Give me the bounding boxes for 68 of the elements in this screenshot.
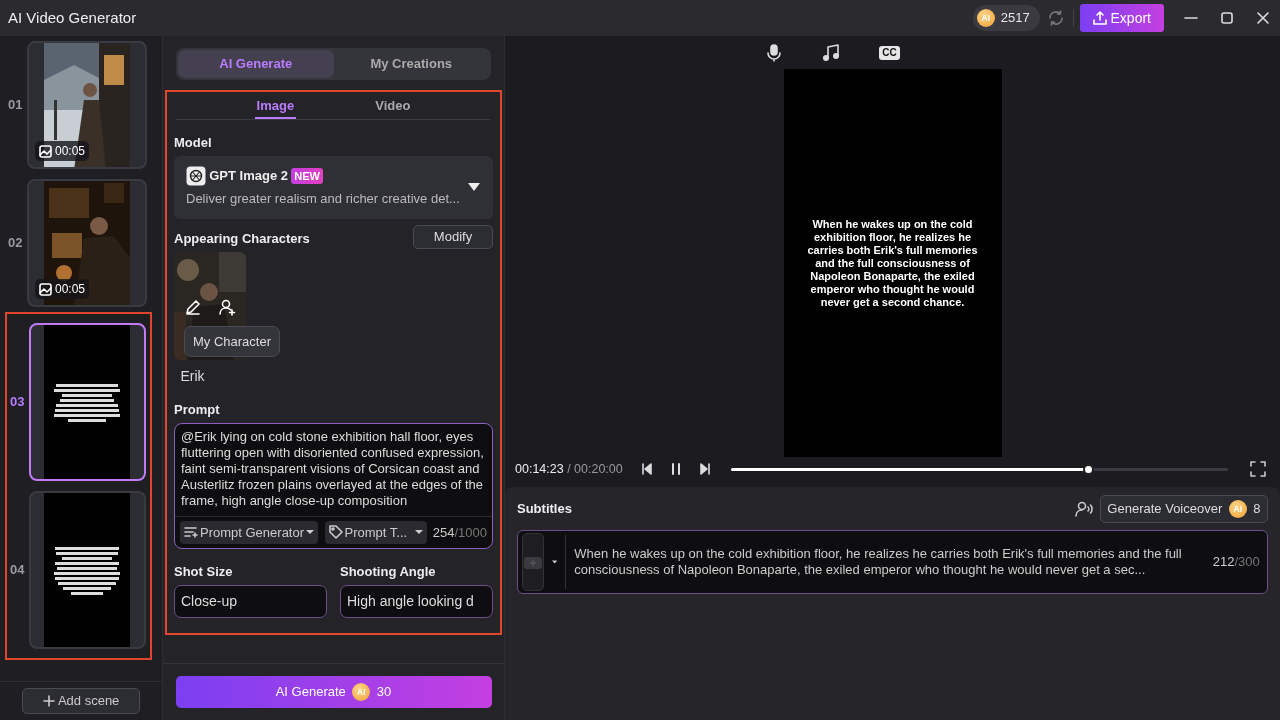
subtitle-text: When he wakes up on the cold exhibition floor, he realizes he carries both Erik's full memories and the full consciousness of Napoleon Bonaparte, the exiled emperor who thought he would never get a sec... xyxy=(565,534,1207,589)
coin-icon: AI xyxy=(1228,500,1247,518)
model-selector[interactable]: GPT Image 2 NEW Deliver greater realism and richer creative det... xyxy=(174,155,493,219)
field-label: Shooting Angle xyxy=(340,563,437,581)
duration-text: 00:05 xyxy=(55,143,86,160)
caret-icon xyxy=(467,182,481,193)
upload-icon xyxy=(1093,11,1108,25)
coin-icon: AI xyxy=(352,683,371,701)
section-label: Prompt xyxy=(174,401,221,420)
media-tab[interactable]: Image xyxy=(254,91,297,119)
subtitle-row[interactable] xyxy=(517,529,1268,594)
credits-count: 2517 xyxy=(1000,9,1030,28)
scene-number: 04 xyxy=(10,561,26,580)
list-sparkle-icon xyxy=(184,526,198,539)
scene-thumbnail[interactable] xyxy=(28,323,146,481)
duration-text: 00:05 xyxy=(55,281,86,298)
caret-icon xyxy=(306,529,315,536)
text-field[interactable]: High angle looking d xyxy=(340,584,493,618)
close-icon[interactable] xyxy=(1254,9,1272,27)
prompt-generator-dropdown[interactable]: Prompt Generator xyxy=(180,520,319,544)
character-count: 212/300 xyxy=(1212,552,1260,571)
prompt-field[interactable]: @Erik lying on cold stone exhibition hall floor, eyes fluttering open with disoriented confused expression, faint semi-transparent visions of Corsican coast and Austerlitz frozen plains overlayed at the edges of the frame, high angle close-up composition Prompt Generator Prompt T... 254/1000 xyxy=(174,423,493,549)
text-field[interactable]: Close-up xyxy=(174,584,327,618)
character-count: 254/1000 xyxy=(432,523,487,542)
add-scene-button[interactable]: Add scene xyxy=(22,688,140,714)
model-name: GPT Image 2 xyxy=(209,167,288,185)
generate-voiceover-button[interactable]: Generate Voiceover AI 8 xyxy=(1099,495,1268,523)
modify-button[interactable]: Modify xyxy=(413,225,493,249)
model-logo-icon xyxy=(186,165,206,186)
image-icon xyxy=(39,282,52,296)
panel-title: Subtitles xyxy=(517,500,572,519)
voice-person-icon[interactable] xyxy=(1073,499,1094,519)
mode-tab[interactable]: AI Generate xyxy=(178,50,334,78)
character-name: Erik xyxy=(180,367,206,387)
scene-number: 03 xyxy=(10,393,26,412)
field-label: Shot Size xyxy=(174,563,234,581)
microphone-icon[interactable] xyxy=(765,43,784,62)
model-description: Deliver greater realism and richer creative det... xyxy=(186,190,461,208)
section-label: Model xyxy=(174,134,213,152)
media-tab[interactable]: Video xyxy=(373,91,413,119)
export-button[interactable]: Export xyxy=(1080,4,1164,32)
scene-number: 01 xyxy=(8,96,24,115)
prompt-template-dropdown[interactable]: Prompt T... xyxy=(324,520,428,544)
progress-handle[interactable] xyxy=(1082,463,1094,475)
image-icon xyxy=(39,144,52,158)
music-note-icon[interactable] xyxy=(822,43,841,62)
caret-icon[interactable] xyxy=(552,558,558,565)
scene-thumbnail[interactable] xyxy=(28,491,146,649)
maximize-icon[interactable] xyxy=(1218,9,1236,27)
add-person-icon[interactable] xyxy=(218,297,236,316)
fullscreen-icon[interactable] xyxy=(1250,461,1266,477)
preview-caption: When he wakes up on the cold exhibition floor, he realizes he carries both Erik's full memories and the full consciousness of Napoleon Bonaparte, the exiled emperor who thought he would never get a second chance. xyxy=(806,217,979,309)
plus-icon xyxy=(42,694,55,707)
new-badge: NEW xyxy=(291,167,323,184)
tooltip: My Character xyxy=(184,325,281,358)
captions-button[interactable]: CC xyxy=(879,45,900,60)
scene-number: 02 xyxy=(8,234,24,253)
section-label: Appearing Characters xyxy=(174,230,310,248)
caret-icon xyxy=(415,529,424,536)
tag-icon xyxy=(328,525,343,540)
mode-tab[interactable]: My Creations xyxy=(333,50,489,78)
scene-thumbnail[interactable]: 00:05 xyxy=(27,179,147,307)
coin-icon: AI xyxy=(976,9,995,27)
time-display: 00:14:23 / 00:20:00 xyxy=(515,460,624,478)
window-title: AI Video Generator xyxy=(8,7,137,28)
scene-thumbnail[interactable]: 00:05 xyxy=(27,41,147,169)
pencil-icon[interactable] xyxy=(184,297,202,316)
generate-button[interactable]: AI Generate AI 30 xyxy=(175,676,492,708)
